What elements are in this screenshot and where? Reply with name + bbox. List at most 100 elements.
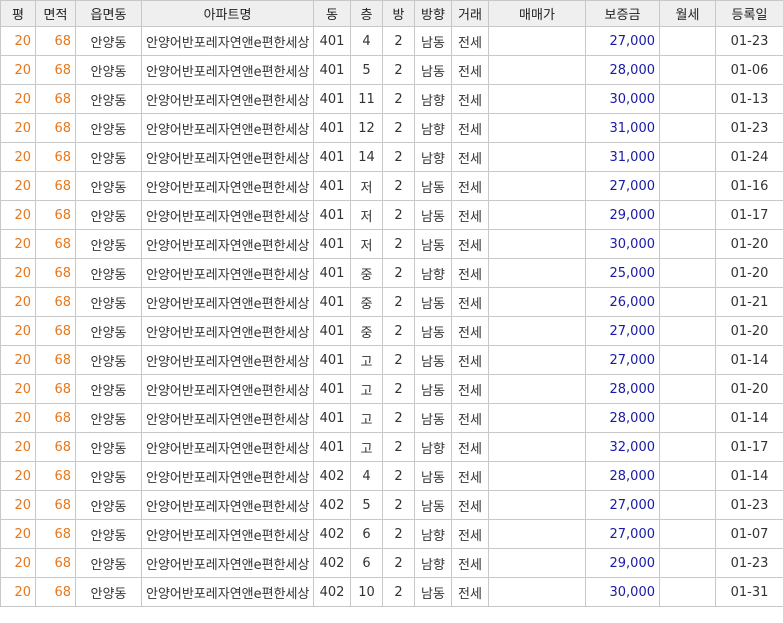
cell-area: 68 bbox=[35, 229, 76, 259]
cell-pyeong: 20 bbox=[0, 200, 36, 230]
cell-monthly-rent bbox=[659, 287, 716, 317]
cell-monthly-rent bbox=[659, 258, 716, 288]
cell-direction: 남향 bbox=[414, 258, 452, 288]
cell-sale-price bbox=[488, 519, 586, 549]
cell-direction: 남향 bbox=[414, 142, 452, 172]
table-row[interactable]: 20 68 안양동 안양어반포레자연앤e편한세상 401 고 2 남동 전세 28,000 01-1… bbox=[0, 403, 783, 433]
cell-monthly-rent bbox=[659, 142, 716, 172]
header-rooms[interactable]: 방 bbox=[382, 0, 415, 27]
header-pyeong[interactable]: 평 bbox=[0, 0, 36, 27]
table-row[interactable]: 20 68 안양동 안양어반포레자연앤e편한세상 401 5 2 남동 전세 28,000 01-0… bbox=[0, 55, 783, 85]
cell-monthly-rent bbox=[659, 26, 716, 56]
cell-deposit: 28,000 bbox=[585, 403, 660, 433]
cell-area: 68 bbox=[35, 55, 76, 85]
cell-monthly-rent bbox=[659, 200, 716, 230]
table-row[interactable]: 20 68 안양동 안양어반포레자연앤e편한세상 402 6 2 남향 전세 27,000 01-0… bbox=[0, 519, 783, 549]
cell-pyeong: 20 bbox=[0, 403, 36, 433]
cell-deposit: 28,000 bbox=[585, 55, 660, 85]
cell-rooms: 2 bbox=[382, 55, 415, 85]
cell-reg-date: 01-20 bbox=[715, 229, 783, 259]
cell-sale-price bbox=[488, 345, 586, 375]
cell-reg-date: 01-17 bbox=[715, 200, 783, 230]
cell-direction: 남동 bbox=[414, 461, 452, 491]
table-row[interactable]: 20 68 안양동 안양어반포레자연앤e편한세상 401 고 2 남동 전세 27,000 01-1… bbox=[0, 345, 783, 375]
cell-apt-name: 안양어반포레자연앤e편한세상 bbox=[141, 374, 314, 404]
cell-deposit: 26,000 bbox=[585, 287, 660, 317]
cell-apt-name: 안양어반포레자연앤e편한세상 bbox=[141, 432, 314, 462]
cell-dong-name: 안양동 bbox=[75, 113, 142, 143]
table-row[interactable]: 20 68 안양동 안양어반포레자연앤e편한세상 402 4 2 남동 전세 28,000 01-1… bbox=[0, 461, 783, 491]
cell-sale-price bbox=[488, 432, 586, 462]
header-apt-name[interactable]: 아파트명 bbox=[141, 0, 314, 27]
cell-rooms: 2 bbox=[382, 229, 415, 259]
cell-deposit: 27,000 bbox=[585, 316, 660, 346]
cell-area: 68 bbox=[35, 490, 76, 520]
table-row[interactable]: 20 68 안양동 안양어반포레자연앤e편한세상 401 14 2 남향 전세 31,000 01-… bbox=[0, 142, 783, 172]
cell-rooms: 2 bbox=[382, 577, 415, 607]
table-row[interactable]: 20 68 안양동 안양어반포레자연앤e편한세상 401 11 2 남향 전세 30,000 01-… bbox=[0, 84, 783, 114]
cell-floor: 저 bbox=[350, 229, 383, 259]
cell-building: 401 bbox=[313, 403, 351, 433]
cell-dong-name: 안양동 bbox=[75, 287, 142, 317]
cell-building: 402 bbox=[313, 548, 351, 578]
cell-sale-price bbox=[488, 229, 586, 259]
cell-reg-date: 01-17 bbox=[715, 432, 783, 462]
cell-floor: 저 bbox=[350, 200, 383, 230]
header-dong-name[interactable]: 읍면동 bbox=[75, 0, 142, 27]
cell-deal-type: 전세 bbox=[451, 171, 489, 201]
table-row[interactable]: 20 68 안양동 안양어반포레자연앤e편한세상 401 고 2 남동 전세 28,000 01-2… bbox=[0, 374, 783, 404]
header-monthly-rent[interactable]: 월세 bbox=[659, 0, 716, 27]
table-header: 평 면적 읍면동 아파트명 동 층 방 방향 거래 매매가 보증금 월세 등록일 bbox=[0, 0, 783, 27]
cell-deposit: 32,000 bbox=[585, 432, 660, 462]
table-row[interactable]: 20 68 안양동 안양어반포레자연앤e편한세상 401 저 2 남동 전세 29,000 01-1… bbox=[0, 200, 783, 230]
cell-reg-date: 01-21 bbox=[715, 287, 783, 317]
table-row[interactable]: 20 68 안양동 안양어반포레자연앤e편한세상 402 5 2 남동 전세 27,000 01-2… bbox=[0, 490, 783, 520]
cell-area: 68 bbox=[35, 345, 76, 375]
header-area[interactable]: 면적 bbox=[35, 0, 76, 27]
header-deal-type[interactable]: 거래 bbox=[451, 0, 489, 27]
table-row[interactable]: 20 68 안양동 안양어반포레자연앤e편한세상 401 저 2 남동 전세 27,000 01-1… bbox=[0, 171, 783, 201]
cell-floor: 11 bbox=[350, 84, 383, 114]
cell-deal-type: 전세 bbox=[451, 461, 489, 491]
cell-monthly-rent bbox=[659, 432, 716, 462]
header-floor[interactable]: 층 bbox=[350, 0, 383, 27]
cell-floor: 5 bbox=[350, 490, 383, 520]
listings-table: 평 면적 읍면동 아파트명 동 층 방 방향 거래 매매가 보증금 월세 등록일 20 68 안양동 안양어반… bbox=[0, 0, 783, 607]
cell-direction: 남향 bbox=[414, 113, 452, 143]
cell-monthly-rent bbox=[659, 316, 716, 346]
cell-monthly-rent bbox=[659, 490, 716, 520]
cell-rooms: 2 bbox=[382, 84, 415, 114]
cell-pyeong: 20 bbox=[0, 171, 36, 201]
cell-direction: 남동 bbox=[414, 316, 452, 346]
cell-direction: 남동 bbox=[414, 171, 452, 201]
cell-building: 401 bbox=[313, 171, 351, 201]
table-row[interactable]: 20 68 안양동 안양어반포레자연앤e편한세상 402 10 2 남동 전세 30,000 01-… bbox=[0, 577, 783, 607]
cell-area: 68 bbox=[35, 577, 76, 607]
cell-floor: 중 bbox=[350, 258, 383, 288]
header-reg-date[interactable]: 등록일 bbox=[715, 0, 783, 27]
table-row[interactable]: 20 68 안양동 안양어반포레자연앤e편한세상 401 고 2 남향 전세 32,000 01-1… bbox=[0, 432, 783, 462]
header-building[interactable]: 동 bbox=[313, 0, 351, 27]
table-row[interactable]: 20 68 안양동 안양어반포레자연앤e편한세상 401 중 2 남향 전세 25,000 01-2… bbox=[0, 258, 783, 288]
table-row[interactable]: 20 68 안양동 안양어반포레자연앤e편한세상 401 저 2 남동 전세 30,000 01-2… bbox=[0, 229, 783, 259]
cell-dong-name: 안양동 bbox=[75, 142, 142, 172]
cell-deposit: 29,000 bbox=[585, 548, 660, 578]
header-direction[interactable]: 방향 bbox=[414, 0, 452, 27]
cell-rooms: 2 bbox=[382, 287, 415, 317]
cell-deposit: 30,000 bbox=[585, 577, 660, 607]
header-deposit[interactable]: 보증금 bbox=[585, 0, 660, 27]
cell-deposit: 25,000 bbox=[585, 258, 660, 288]
table-row[interactable]: 20 68 안양동 안양어반포레자연앤e편한세상 401 중 2 남동 전세 26,000 01-2… bbox=[0, 287, 783, 317]
table-row[interactable]: 20 68 안양동 안양어반포레자연앤e편한세상 401 중 2 남동 전세 27,000 01-2… bbox=[0, 316, 783, 346]
cell-apt-name: 안양어반포레자연앤e편한세상 bbox=[141, 316, 314, 346]
table-row[interactable]: 20 68 안양동 안양어반포레자연앤e편한세상 402 6 2 남향 전세 29,000 01-2… bbox=[0, 548, 783, 578]
cell-dong-name: 안양동 bbox=[75, 345, 142, 375]
cell-deal-type: 전세 bbox=[451, 374, 489, 404]
table-row[interactable]: 20 68 안양동 안양어반포레자연앤e편한세상 401 12 2 남향 전세 31,000 01-… bbox=[0, 113, 783, 143]
cell-dong-name: 안양동 bbox=[75, 229, 142, 259]
cell-sale-price bbox=[488, 374, 586, 404]
cell-monthly-rent bbox=[659, 84, 716, 114]
cell-floor: 고 bbox=[350, 432, 383, 462]
header-sale-price[interactable]: 매매가 bbox=[488, 0, 586, 27]
table-row[interactable]: 20 68 안양동 안양어반포레자연앤e편한세상 401 4 2 남동 전세 27,000 01-2… bbox=[0, 26, 783, 56]
